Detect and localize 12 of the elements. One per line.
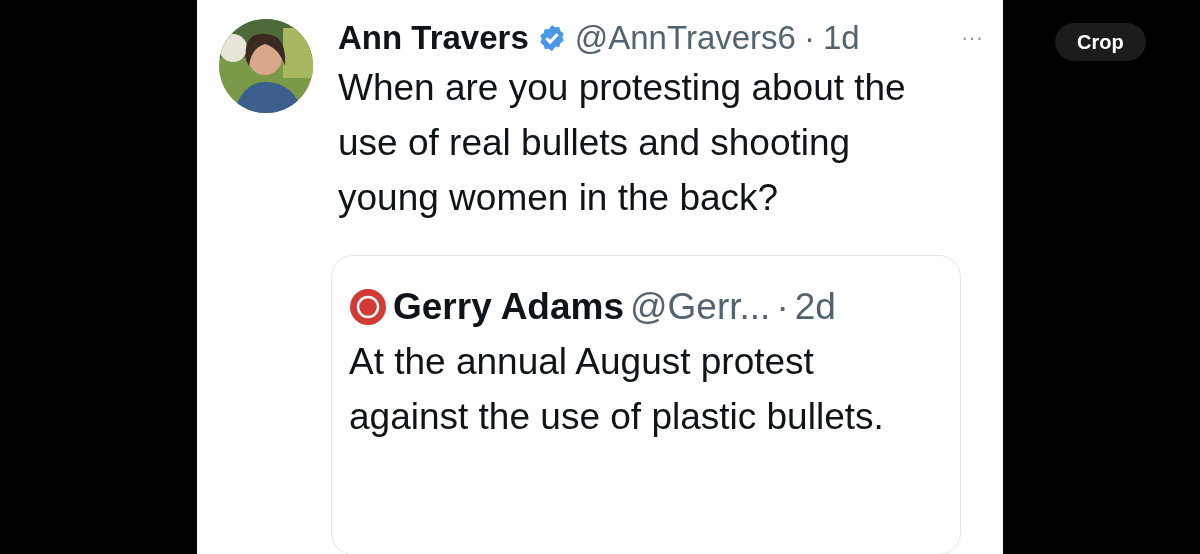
separator-dot: · [803,18,815,58]
record-icon [349,288,387,326]
post-time: 1d [822,18,860,58]
quoted-post-time: 2d [794,286,836,328]
tweet-text: When are you protesting about the use of real bullets and shooting young women in the back? [338,66,907,220]
user-handle[interactable]: @AnnTravers6 [574,18,796,58]
separator-dot: · [776,286,789,328]
author-name[interactable]: Ann Travers [338,18,529,58]
quoted-author-name: Gerry Adams [393,286,624,328]
crop-button[interactable]: Crop [1055,23,1146,61]
quoted-tweet-text: At the annual August protest against the use of plastic bullets. [349,340,885,439]
quoted-user-handle: @Gerr... [630,286,771,328]
